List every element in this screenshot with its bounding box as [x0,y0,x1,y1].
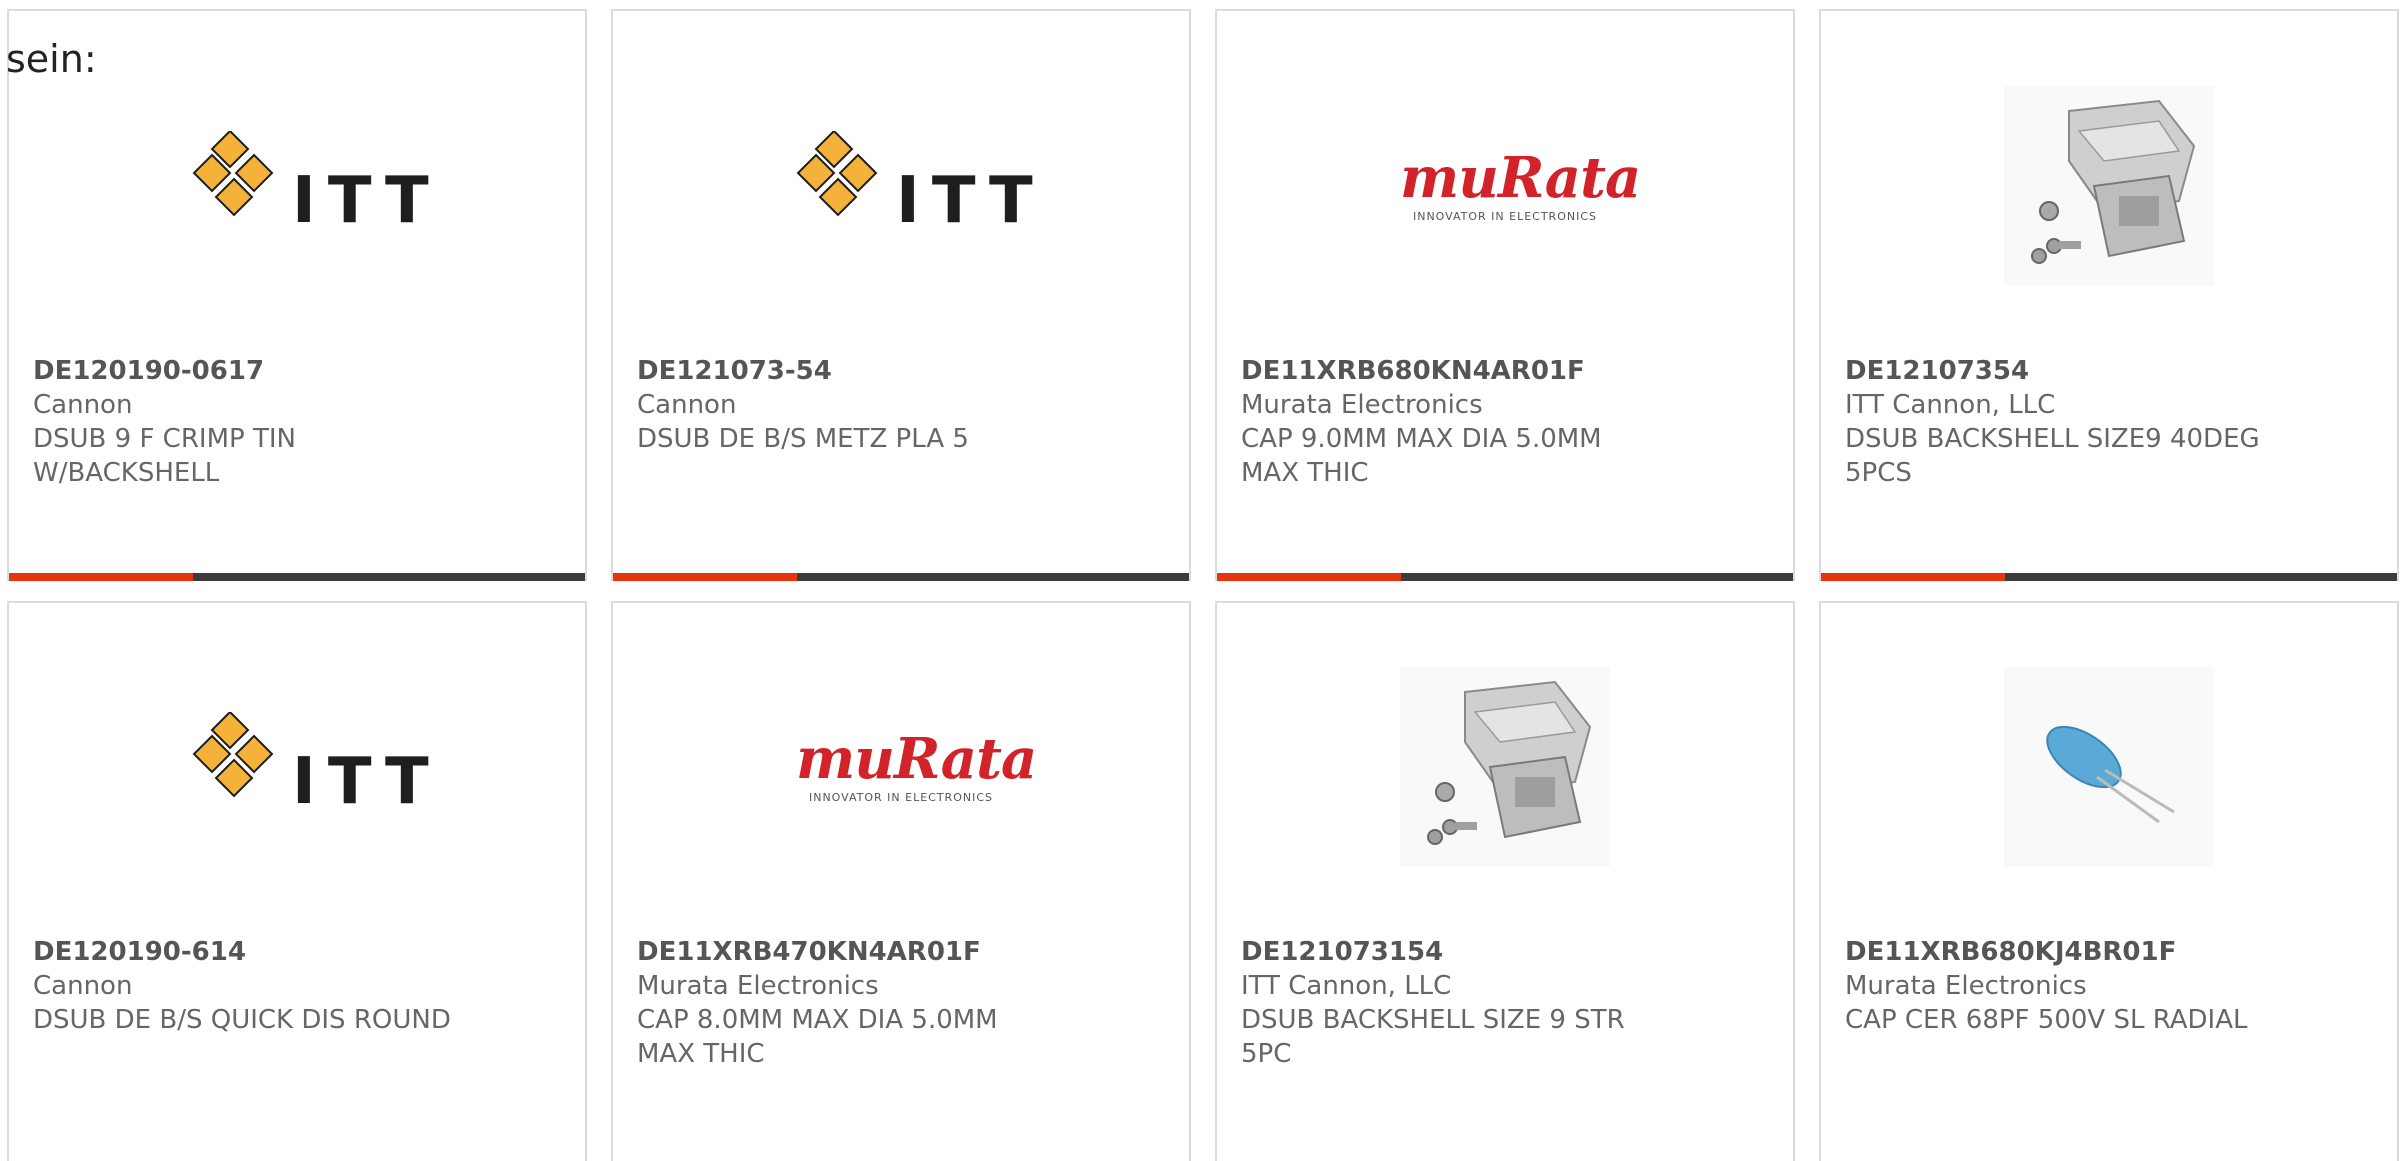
backshell-image [1427,680,1592,845]
product-card[interactable]: ITT DE120190-614 Cannon DSUB DE B/S QUIC… [7,601,587,1161]
product-description: DSUB BACKSHELL SIZE 9 STR 5PC [1241,1005,1625,1069]
product-image: ITT [613,86,1189,286]
product-image [1821,667,2397,867]
product-card[interactable]: DE11XRB680KJ4BR01F Murata Electronics CA… [1819,601,2399,1161]
progress-fill [1217,573,1402,581]
itt-logo: ITT [192,131,429,241]
itt-logo-text: ITT [292,164,441,238]
manufacturer: ITT Cannon, LLC [1241,971,1452,1001]
murata-tagline: INNOVATOR IN ELECTRONICS [808,790,993,804]
product-description: DSUB 9 F CRIMP TIN W/BACKSHELL [33,424,296,488]
progress-bar [9,573,585,581]
product-info: DE121073-54 Cannon DSUB DE B/S METZ PLA … [637,354,1057,456]
murata-tagline: INNOVATOR IN ELECTRONICS [1412,209,1597,223]
product-description: CAP 9.0MM MAX DIA 5.0MM MAX THIC [1241,424,1602,488]
product-info: DE11XRB470KN4AR01F Murata Electronics CA… [637,935,1057,1071]
manufacturer: Murata Electronics [637,971,879,1001]
itt-logo: ITT [796,131,1033,241]
itt-logo-text: ITT [896,164,1045,238]
backshell-image [2031,99,2196,264]
manufacturer: Cannon [33,390,133,420]
product-card[interactable]: muRata INNOVATOR IN ELECTRONICS DE11XRB68… [1215,9,1795,581]
itt-diamond-mark [192,712,274,798]
intro-text: sein: [6,37,97,81]
manufacturer: Murata Electronics [1241,390,1483,420]
itt-diamond-mark [192,131,274,217]
product-info: DE121073154 ITT Cannon, LLC DSUB BACKSHE… [1241,935,1661,1071]
product-description: CAP CER 68PF 500V SL RADIAL [1845,1005,2248,1035]
itt-diamond-mark [796,131,878,217]
progress-bar [613,573,1189,581]
part-number[interactable]: DE11XRB680KJ4BR01F [1845,935,2265,969]
progress-fill [613,573,798,581]
capacitor-photo [2004,667,2214,867]
backshell-photo [1400,667,1610,867]
manufacturer: ITT Cannon, LLC [1845,390,2056,420]
product-image: ITT [9,667,585,867]
part-number[interactable]: DE12107354 [1845,354,2265,388]
progress-fill [9,573,194,581]
product-image [1217,667,1793,867]
product-description: DSUB BACKSHELL SIZE9 40DEG 5PCS [1845,424,2260,488]
product-grid: ITT DE120190-0617 Cannon DSUB 9 F CRIMP … [7,9,2399,1161]
manufacturer: Cannon [33,971,133,1001]
part-number[interactable]: DE120190-614 [33,935,453,969]
product-info: DE12107354 ITT Cannon, LLC DSUB BACKSHEL… [1845,354,2265,490]
itt-logo-text: ITT [292,745,441,819]
product-card[interactable]: muRata INNOVATOR IN ELECTRONICS DE11XRB47… [611,601,1191,1161]
part-number[interactable]: DE11XRB470KN4AR01F [637,935,1057,969]
progress-fill [1821,573,2006,581]
product-card[interactable]: DE12107354 ITT Cannon, LLC DSUB BACKSHEL… [1819,9,2399,581]
part-number[interactable]: DE11XRB680KN4AR01F [1241,354,1661,388]
product-results-page: sein: ITT DE120190-0617 Cannon DSUB 9 F … [0,0,2400,1161]
manufacturer: Murata Electronics [1845,971,2087,1001]
product-image [1821,86,2397,286]
product-card[interactable]: ITT DE121073-54 Cannon DSUB DE B/S METZ … [611,9,1191,581]
murata-wordmark: muRata [796,725,1037,792]
part-number[interactable]: DE121073-54 [637,354,1057,388]
product-image: muRata INNOVATOR IN ELECTRONICS [613,667,1189,867]
product-info: DE120190-614 Cannon DSUB DE B/S QUICK DI… [33,935,453,1037]
product-card[interactable]: DE121073154 ITT Cannon, LLC DSUB BACKSHE… [1215,601,1795,1161]
product-description: DSUB DE B/S METZ PLA 5 [637,424,969,454]
product-description: CAP 8.0MM MAX DIA 5.0MM MAX THIC [637,1005,998,1069]
product-image: ITT [9,86,585,286]
product-image: muRata INNOVATOR IN ELECTRONICS [1217,86,1793,286]
progress-bar [1821,573,2397,581]
part-number[interactable]: DE120190-0617 [33,354,453,388]
murata-logo: muRata INNOVATOR IN ELECTRONICS [1400,144,1641,223]
itt-logo: ITT [192,712,429,822]
product-info: DE11XRB680KJ4BR01F Murata Electronics CA… [1845,935,2265,1037]
capacitor-image [2046,725,2175,824]
progress-bar [1217,573,1793,581]
manufacturer: Cannon [637,390,737,420]
part-number[interactable]: DE121073154 [1241,935,1661,969]
backshell-photo [2004,86,2214,286]
product-card[interactable]: ITT DE120190-0617 Cannon DSUB 9 F CRIMP … [7,9,587,581]
product-info: DE11XRB680KN4AR01F Murata Electronics CA… [1241,354,1661,490]
product-info: DE120190-0617 Cannon DSUB 9 F CRIMP TIN … [33,354,453,490]
murata-wordmark: muRata [1400,144,1641,211]
murata-logo: muRata INNOVATOR IN ELECTRONICS [796,725,1037,804]
product-description: DSUB DE B/S QUICK DIS ROUND [33,1005,451,1035]
